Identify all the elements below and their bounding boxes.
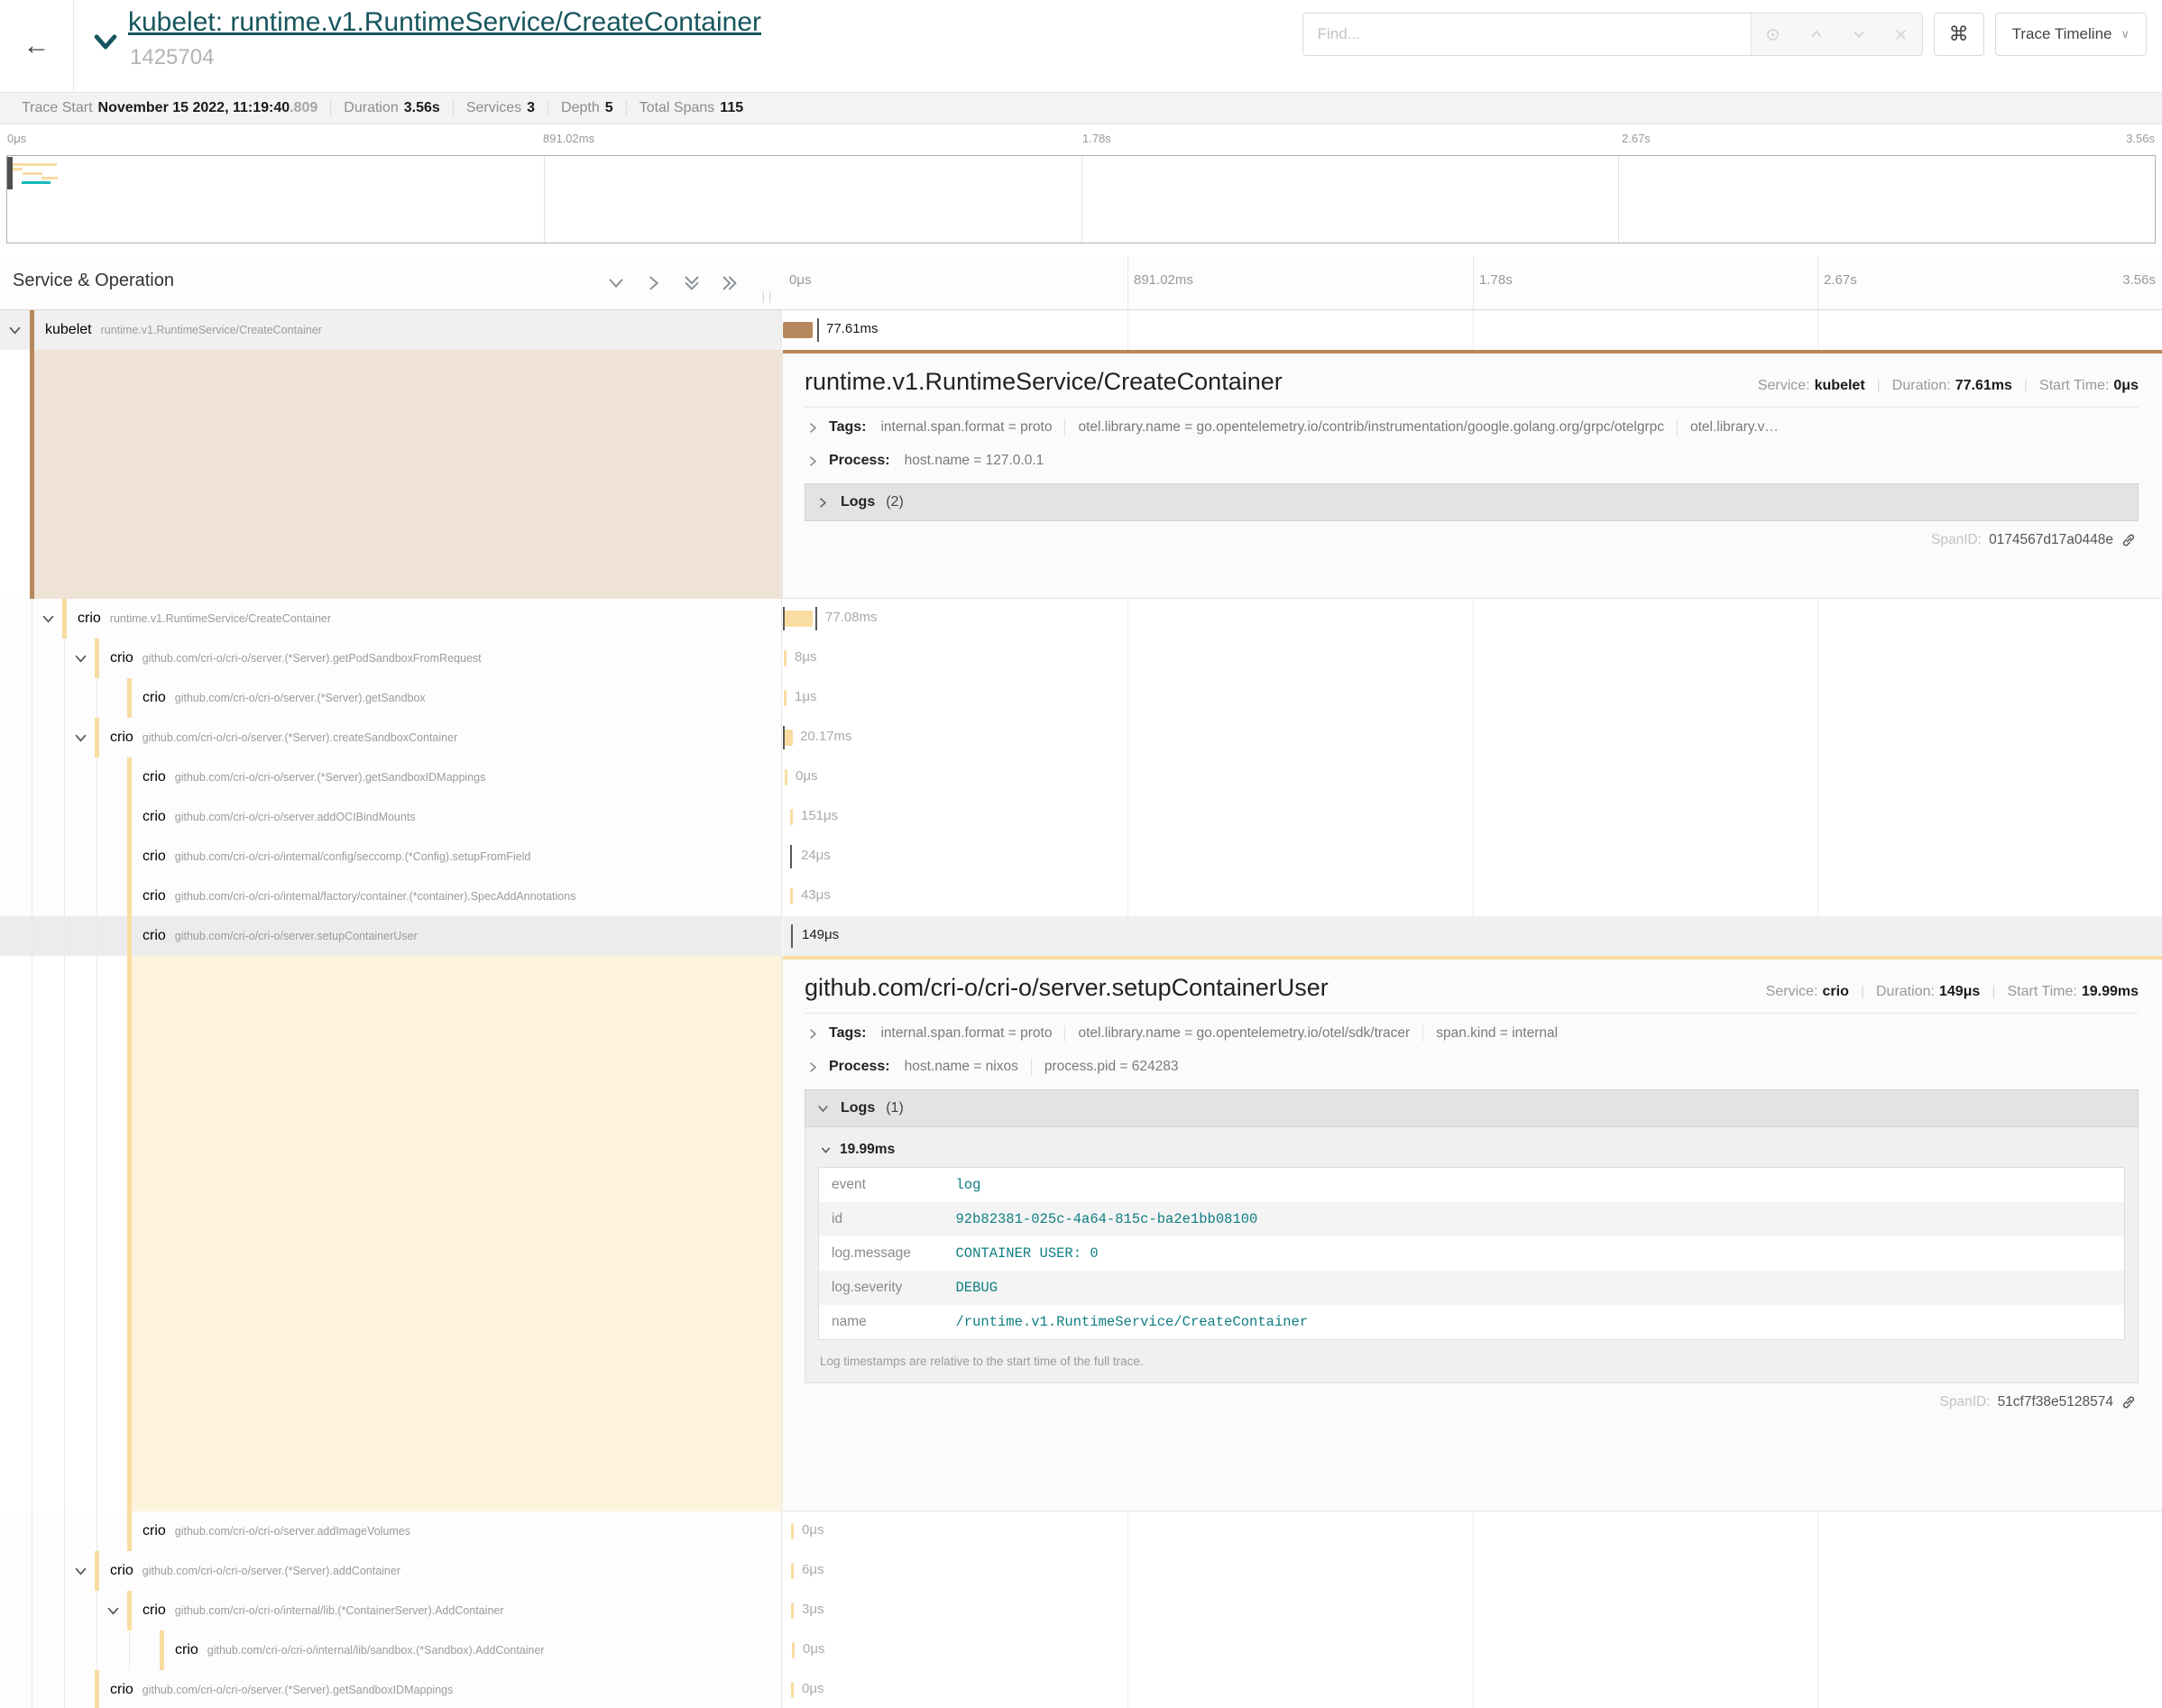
logs-accordion[interactable]: Logs (2) — [805, 483, 2139, 521]
span-detail-title: github.com/cri-o/cri-o/server.setupConta… — [805, 974, 1329, 1002]
trace-minimap: 0μs 891.02ms 1.78s 2.67s 3.56s — [0, 124, 2162, 256]
service-operation-title: Service & Operation — [13, 271, 174, 291]
service-operation-header: Service & Operation ∣∣ — [0, 256, 781, 309]
trace-services: Services3 — [454, 100, 548, 116]
span-row-selected[interactable]: criogithub.com/cri-o/cri-o/server.setupC… — [0, 916, 2162, 956]
span-detail-title: runtime.v1.RuntimeService/CreateContaine… — [805, 368, 1283, 396]
deep-link-icon[interactable] — [2121, 1394, 2137, 1410]
back-arrow-icon: ← — [23, 31, 51, 61]
process-accordion[interactable]: Process: host.name = 127.0.0.1 — [805, 441, 2139, 474]
timeline-ticks-header: 0μs 891.02ms 1.78s 2.67s 3.56s — [783, 256, 2162, 309]
expand-one-icon[interactable] — [644, 273, 664, 293]
back-button[interactable]: ← — [0, 0, 74, 92]
span-detail-panel: runtime.v1.RuntimeService/CreateContaine… — [783, 350, 2162, 599]
chevron-down-icon — [816, 1102, 830, 1116]
chevron-right-icon — [806, 421, 820, 435]
span-row[interactable]: criogithub.com/cri-o/cri-o/server.addIma… — [0, 1511, 2162, 1551]
span-row[interactable]: criogithub.com/cri-o/cri-o/server.(*Serv… — [0, 1551, 2162, 1591]
span-detail-row: runtime.v1.RuntimeService/CreateContaine… — [0, 350, 2162, 599]
span-row[interactable]: criogithub.com/cri-o/cri-o/internal/conf… — [0, 837, 2162, 877]
trace-id: 1425704 — [130, 45, 214, 70]
span-row[interactable]: criogithub.com/cri-o/cri-o/server.(*Serv… — [0, 758, 2162, 797]
minimap-ticks: 0μs 891.02ms 1.78s 2.67s 3.56s — [0, 132, 2162, 150]
deep-link-icon[interactable] — [2121, 532, 2137, 548]
span-row[interactable]: criogithub.com/cri-o/cri-o/internal/lib/… — [0, 1630, 2162, 1670]
minimap-canvas[interactable] — [6, 155, 2156, 243]
chevron-right-icon — [806, 1027, 820, 1041]
chevron-right-icon — [816, 496, 830, 510]
span-row[interactable]: criogithub.com/cri-o/cri-o/server.(*Serv… — [0, 678, 2162, 718]
span-row[interactable]: kubeletruntime.v1.RuntimeService/CreateC… — [0, 310, 2162, 350]
timeline-grid-header: Service & Operation ∣∣ 0μs 891.02ms 1.78… — [0, 256, 2162, 310]
chevron-down-icon: ∨ — [2121, 27, 2130, 41]
prev-match-icon[interactable] — [1808, 26, 1825, 42]
collapse-trace-chevron-icon[interactable] — [90, 25, 121, 60]
focus-match-icon[interactable] — [1764, 26, 1781, 43]
trace-depth: Depth5 — [548, 100, 627, 116]
find-group — [1302, 13, 1923, 56]
collapse-controls — [606, 273, 740, 293]
command-icon: ⌘ — [1949, 23, 1969, 46]
chevron-down-icon[interactable] — [73, 651, 88, 671]
span-row[interactable]: crioruntime.v1.RuntimeService/CreateCont… — [0, 599, 2162, 638]
find-input[interactable] — [1303, 14, 1751, 55]
log-fields-table: eventlog id92b82381-025c-4a64-815c-ba2e1… — [818, 1167, 2125, 1340]
header-controls: ⌘ Trace Timeline ∨ — [1302, 13, 2147, 56]
view-selector-dropdown[interactable]: Trace Timeline ∨ — [1995, 13, 2147, 56]
span-row[interactable]: criogithub.com/cri-o/cri-o/internal/lib.… — [0, 1591, 2162, 1630]
expand-all-icon[interactable] — [720, 273, 740, 293]
chevron-down-icon[interactable] — [73, 730, 88, 750]
chevron-down-icon[interactable] — [106, 1603, 121, 1623]
spanid-row: SpanID: 51cf7f38e5128574 — [805, 1383, 2139, 1414]
clear-find-icon[interactable] — [1893, 27, 1909, 42]
span-detail-panel: github.com/cri-o/cri-o/server.setupConta… — [783, 956, 2162, 1511]
column-divider — [781, 310, 782, 1708]
kv-row: log.messageCONTAINER USER: 0 — [819, 1236, 2125, 1271]
tags-accordion[interactable]: Tags: internal.span.format = proto otel.… — [805, 1014, 2139, 1047]
collapse-one-icon[interactable] — [606, 273, 626, 293]
span-row[interactable]: criogithub.com/cri-o/cri-o/server.addOCI… — [0, 797, 2162, 837]
process-accordion[interactable]: Process: host.name = nixos process.pid =… — [805, 1047, 2139, 1080]
spanid-row: SpanID: 0174567d17a0448e — [805, 521, 2139, 552]
kv-row: log.severityDEBUG — [819, 1271, 2125, 1305]
log-timestamps-note: Log timestamps are relative to the start… — [818, 1340, 2125, 1368]
page-header: ← kubelet: runtime.v1.RuntimeService/Cre… — [0, 0, 2162, 92]
span-row[interactable]: criogithub.com/cri-o/cri-o/internal/fact… — [0, 877, 2162, 916]
trace-total-spans: Total Spans115 — [627, 100, 756, 116]
kv-row: id92b82381-025c-4a64-815c-ba2e1bb08100 — [819, 1202, 2125, 1236]
kv-row: eventlog — [819, 1168, 2125, 1203]
find-buttons — [1751, 14, 1922, 55]
log-entry-toggle[interactable]: 19.99ms — [818, 1136, 2125, 1167]
span-row[interactable]: criogithub.com/cri-o/cri-o/server.(*Serv… — [0, 718, 2162, 758]
trace-title-link[interactable]: kubelet: runtime.v1.RuntimeService/Creat… — [128, 7, 761, 38]
chevron-down-icon[interactable] — [7, 323, 23, 343]
trace-start: Trace StartNovember 15 2022, 11:19:40.80… — [9, 100, 331, 116]
tags-accordion[interactable]: Tags: internal.span.format = proto otel.… — [805, 408, 2139, 441]
span-detail-meta: Service:crio| Duration:149μs| Start Time… — [1766, 984, 2139, 1000]
column-resizer-grip[interactable]: ∣∣ — [760, 289, 774, 304]
chevron-right-icon — [806, 1061, 820, 1074]
span-detail-row: github.com/cri-o/cri-o/server.setupConta… — [0, 956, 2162, 1511]
span-rows-container: kubeletruntime.v1.RuntimeService/CreateC… — [0, 310, 2162, 1708]
chevron-down-icon — [820, 1144, 832, 1156]
span-row[interactable]: criogithub.com/cri-o/cri-o/server.(*Serv… — [0, 1670, 2162, 1708]
trace-duration: Duration3.56s — [331, 100, 454, 116]
trace-timeline-page: ← kubelet: runtime.v1.RuntimeService/Cre… — [0, 0, 2162, 1708]
keyboard-shortcuts-button[interactable]: ⌘ — [1934, 13, 1984, 56]
trace-summary-bar: Trace StartNovember 15 2022, 11:19:40.80… — [0, 92, 2162, 124]
span-row[interactable]: criogithub.com/cri-o/cri-o/server.(*Serv… — [0, 638, 2162, 678]
log-entry-region: 19.99ms eventlog id92b82381-025c-4a64-81… — [805, 1127, 2139, 1383]
chevron-down-icon[interactable] — [41, 611, 56, 631]
collapse-all-icon[interactable] — [682, 273, 702, 293]
logs-accordion-expanded[interactable]: Logs (1) — [805, 1089, 2139, 1127]
chevron-down-icon[interactable] — [73, 1564, 88, 1584]
next-match-icon[interactable] — [1851, 26, 1867, 42]
span-detail-meta: Service:kubelet| Duration:77.61ms| Start… — [1758, 378, 2139, 394]
minimap-drag-handle[interactable] — [7, 157, 13, 189]
view-selector-label: Trace Timeline — [2012, 25, 2112, 43]
kv-row: name/runtime.v1.RuntimeService/CreateCon… — [819, 1305, 2125, 1340]
chevron-right-icon — [806, 455, 820, 468]
